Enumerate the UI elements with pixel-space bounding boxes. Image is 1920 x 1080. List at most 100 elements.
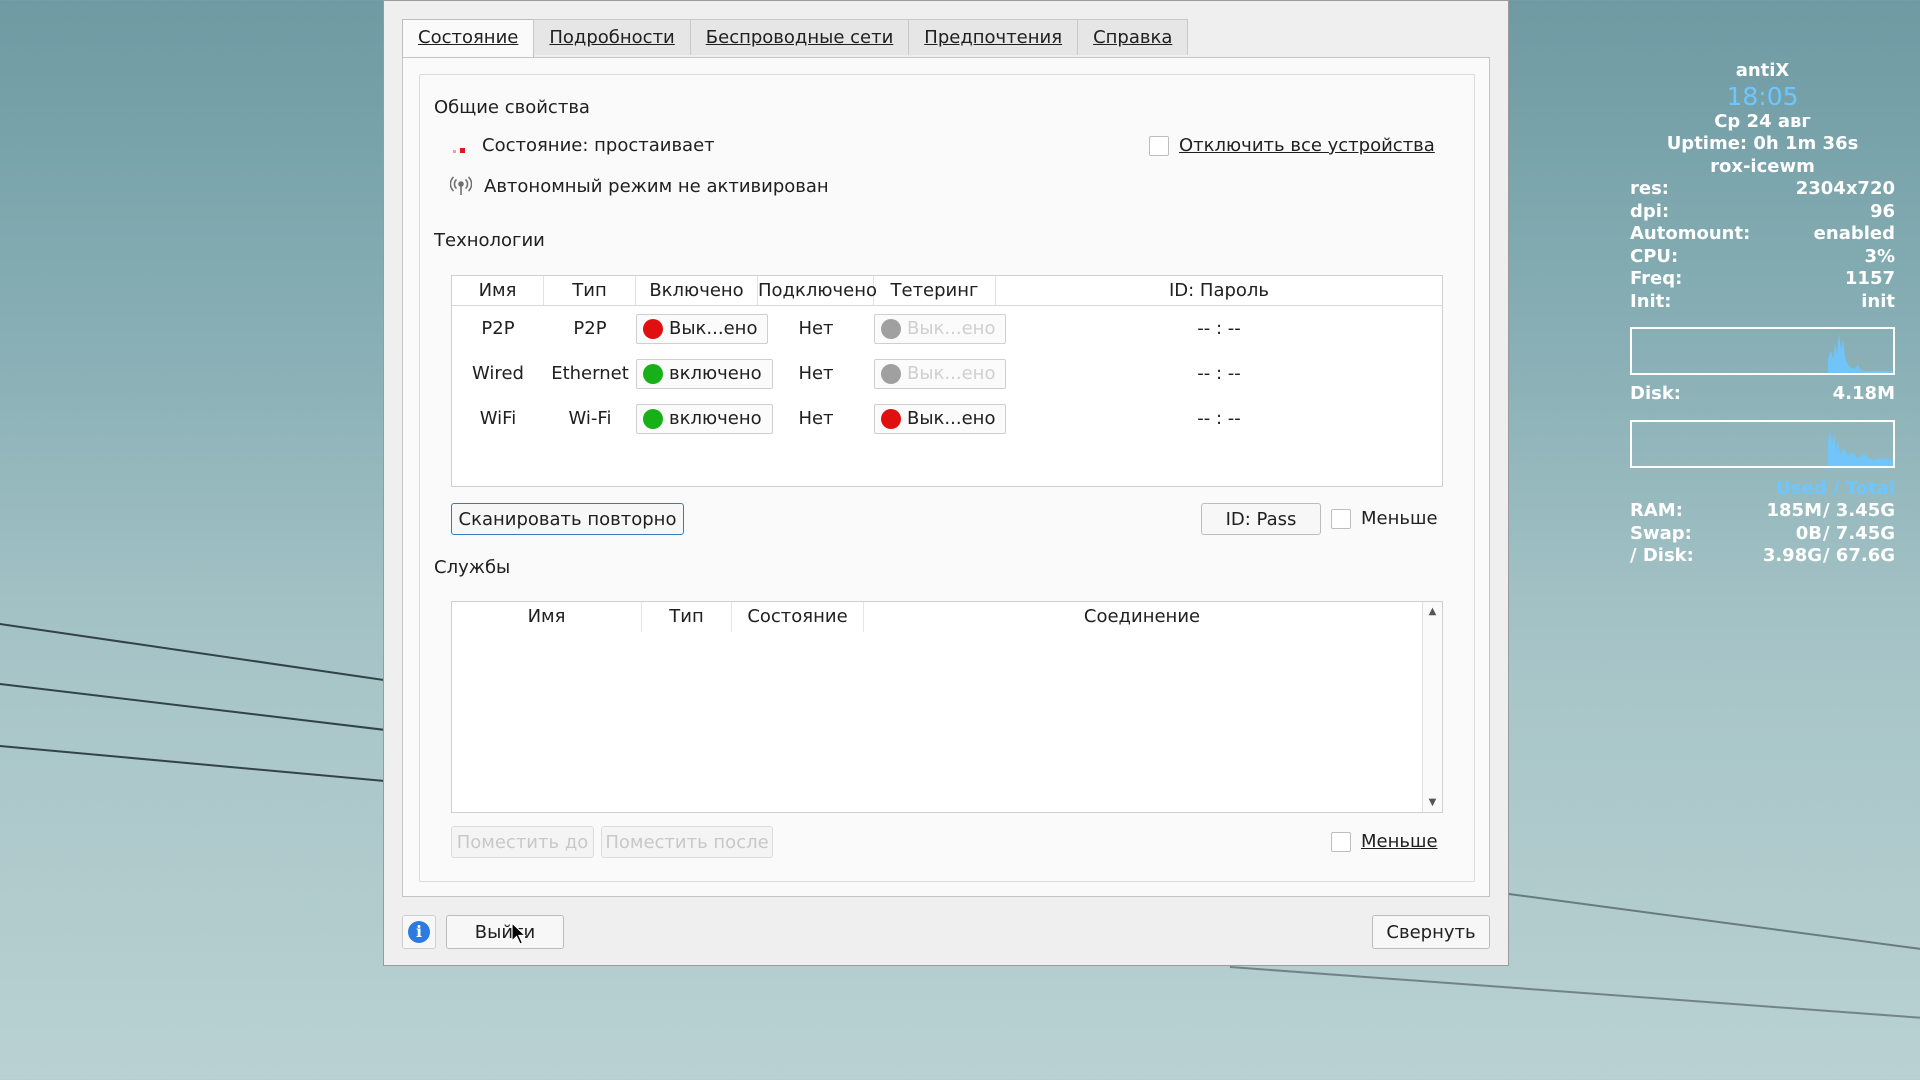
exit-button[interactable]: Выйти <box>446 915 564 949</box>
stat-value: 96 <box>1869 200 1895 222</box>
tech-name: P2P <box>481 318 515 339</box>
enable-toggle-button[interactable]: включено <box>636 358 773 389</box>
disable-all-devices[interactable]: Отключить все устройства <box>1149 135 1435 156</box>
offline-line: Автономный режим не активирован <box>449 175 829 197</box>
tethering-toggle-button[interactable]: Вык...ено <box>874 403 1007 434</box>
status-group: Общие свойства Состояние: простаивает От… <box>419 74 1475 882</box>
disable-all-label[interactable]: Отключить все устройства <box>1179 135 1435 156</box>
memory-total: / 3.45G <box>1822 500 1895 521</box>
enable-toggle-button-label: включено <box>669 363 762 384</box>
stat-row: Automount: enabled <box>1630 223 1895 246</box>
tab-5[interactable]: Справка <box>1077 19 1189 55</box>
stat-value: enabled <box>1813 223 1895 244</box>
id-pass-button[interactable]: ID: Pass <box>1201 503 1321 535</box>
stat-row: dpi: 96 <box>1630 201 1895 224</box>
stat-label: CPU: <box>1630 245 1679 267</box>
memory-list: RAM: 185M/ 3.45G Swap: 0B/ 7.45G / Disk: 3.98… <box>1630 500 1895 568</box>
rescan-label: Сканировать повторно <box>458 508 677 530</box>
info-button[interactable]: i <box>402 915 436 949</box>
uptime: Uptime: 0h 1m 36s <box>1666 133 1859 154</box>
services-less-toggle[interactable]: Меньше <box>1331 831 1438 852</box>
tech-less-toggle[interactable]: Меньше <box>1331 508 1438 529</box>
tech-column-header[interactable]: ID: Пароль <box>996 276 1442 305</box>
enable-toggle-button[interactable]: Вык...ено <box>636 313 769 344</box>
stat-label: Init: <box>1630 290 1672 312</box>
disk-graph <box>1630 419 1895 468</box>
tech-column-header[interactable]: Тетеринг <box>874 276 996 305</box>
tech-connected: Нет <box>798 408 834 429</box>
system-monitor: antiX 18:05 Ср 24 авг Uptime: 0h 1m 36s … <box>1630 60 1895 568</box>
tech-column-header[interactable]: Подключено <box>758 276 877 305</box>
minimize-label: Свернуть <box>1386 921 1476 943</box>
services-scrollbar[interactable]: ▲ ▼ <box>1422 602 1442 812</box>
services-section-title: Службы <box>434 557 511 578</box>
disk-label: Disk: <box>1630 383 1681 404</box>
info-icon: i <box>408 921 430 943</box>
cpu-graph <box>1630 327 1895 375</box>
tech-column-header[interactable]: Включено <box>636 276 758 305</box>
stat-row: Freq: 1157 <box>1630 268 1895 291</box>
tethering-toggle-button: Вык...ено <box>874 358 1007 389</box>
stat-label: Freq: <box>1630 268 1683 289</box>
tech-column-header[interactable]: Тип <box>544 276 636 305</box>
connman-window: Состояние Подробности Беспроводные сети Пре… <box>383 0 1509 966</box>
table-row[interactable]: Wired Ethernet включено Нет Вык...ено -- : -- <box>452 351 1442 396</box>
technologies-rows: P2P P2P Вык...ено Нет Вык...ено -- : -- Wired E… <box>452 306 1442 441</box>
tech-less-checkbox[interactable] <box>1331 508 1351 529</box>
services-column-header[interactable]: Соединение <box>864 602 1420 632</box>
disable-all-checkbox[interactable] <box>1149 135 1169 156</box>
state-line: Состояние: простаивает <box>450 135 715 156</box>
move-before-button[interactable]: Поместить до <box>451 826 594 858</box>
services-column-header[interactable]: Состояние <box>732 602 864 632</box>
memory-row: Swap: 0B/ 7.45G <box>1630 523 1895 546</box>
memory-used: 185M <box>1766 500 1823 521</box>
tech-type: Wi-Fi <box>568 408 612 429</box>
table-row[interactable]: P2P P2P Вык...ено Нет Вык...ено -- : -- <box>452 306 1442 351</box>
stats-list: res: 2304x720 dpi: 96 Automount: enabled CPU: 3… <box>1630 178 1895 313</box>
tab-1[interactable]: Состояние <box>402 19 535 58</box>
tech-name: Wired <box>472 363 524 384</box>
memory-label: / Disk: <box>1630 545 1694 566</box>
tech-id-password: -- : -- <box>1197 363 1241 384</box>
tab-2[interactable]: Подробности <box>533 19 691 55</box>
tech-type: P2P <box>573 318 607 339</box>
tab-bar: Состояние Подробности Беспроводные сети Пре… <box>402 19 1189 58</box>
move-after-button[interactable]: Поместить после <box>601 826 773 858</box>
status-dot-icon <box>881 318 901 339</box>
memory-row: / Disk: 3.98G/ 67.6G <box>1630 545 1895 568</box>
status-dot-icon <box>881 408 901 429</box>
services-column-header[interactable]: Имя <box>452 602 642 632</box>
status-dot-icon <box>643 363 663 384</box>
tech-less-label[interactable]: Меньше <box>1361 508 1438 529</box>
disk-value: 4.18M <box>1832 383 1895 404</box>
services-column-header[interactable]: Тип <box>642 602 732 632</box>
state-text: Состояние: простаивает <box>482 135 715 156</box>
rescan-button[interactable]: Сканировать повторно <box>451 503 684 535</box>
services-table: Имя Тип Состояние Соединение ▲ ▼ <box>451 601 1443 813</box>
enable-toggle-button[interactable]: включено <box>636 403 773 434</box>
disk-row: Disk: 4.18M <box>1630 383 1895 406</box>
table-row[interactable]: WiFi Wi-Fi включено Нет Вык...ено -- : -- <box>452 396 1442 441</box>
tab-label: Справка <box>1093 27 1173 48</box>
scroll-up-icon[interactable]: ▲ <box>1423 606 1442 617</box>
stat-row: CPU: 3% <box>1630 246 1895 269</box>
stat-row: Init: init <box>1630 291 1895 314</box>
services-less-label[interactable]: Меньше <box>1361 831 1438 852</box>
tech-connected: Нет <box>798 363 834 384</box>
stat-label: res: <box>1630 178 1669 199</box>
stat-value: 2304x720 <box>1795 178 1895 199</box>
tab-label: Подробности <box>549 27 675 48</box>
background-wire <box>1508 893 1920 951</box>
offline-text: Автономный режим не активирован <box>484 175 829 197</box>
services-less-checkbox[interactable] <box>1331 831 1351 852</box>
tab-4[interactable]: Предпочтения <box>908 19 1079 55</box>
memory-used: 0B <box>1795 522 1822 544</box>
tab-label: Состояние <box>418 27 519 48</box>
minimize-button[interactable]: Свернуть <box>1372 915 1490 949</box>
id-pass-label: ID: Pass <box>1225 508 1297 530</box>
tab-3[interactable]: Беспроводные сети <box>689 19 910 55</box>
scroll-down-icon[interactable]: ▼ <box>1423 797 1442 808</box>
tech-column-header[interactable]: Имя <box>452 276 544 305</box>
stat-value: 3% <box>1864 245 1895 267</box>
tech-id-password: -- : -- <box>1197 318 1241 339</box>
